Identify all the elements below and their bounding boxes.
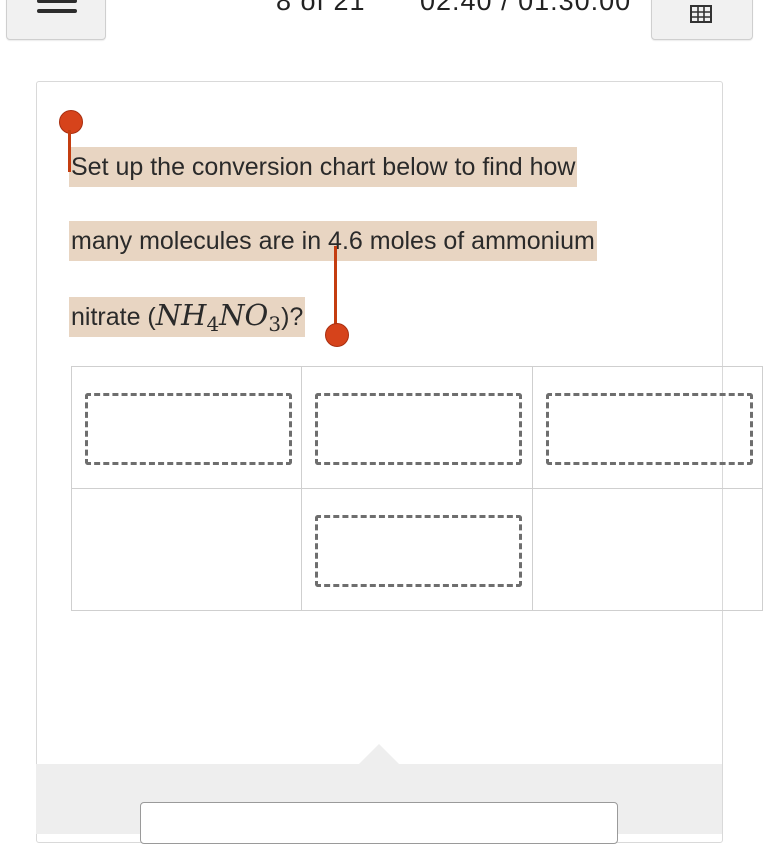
- chart-cell: [70, 366, 303, 489]
- chart-cell: [531, 366, 764, 489]
- menu-button[interactable]: [6, 0, 106, 40]
- question-prompt: Set up the conversion chart below to fin…: [69, 130, 689, 361]
- selection-end-handle[interactable]: [325, 323, 349, 347]
- formula-no: NO: [219, 298, 269, 332]
- conversion-chart: [70, 366, 764, 611]
- drop-zone-numerator-2[interactable]: [315, 393, 523, 465]
- question-progress: 8 of 21: [276, 0, 366, 16]
- formula-subscript-3: 3: [268, 312, 282, 336]
- formula-subscript-4: 4: [206, 312, 220, 336]
- timer: 02:40 / 01:30:00: [420, 0, 632, 16]
- drop-zone-numerator-1[interactable]: [85, 393, 292, 465]
- chemical-formula: NH4NO3: [155, 298, 281, 336]
- drop-zone-denominator-2[interactable]: [315, 515, 523, 587]
- prompt-line-3-prefix: nitrate (: [71, 303, 156, 331]
- table-grid-icon: [690, 5, 712, 23]
- drop-zone-numerator-3[interactable]: [545, 393, 753, 465]
- chart-cell: [301, 366, 533, 489]
- prompt-line-3: nitrate (NH4NO3)?: [69, 297, 306, 337]
- selection-start-caret: [68, 130, 71, 172]
- chart-row-denominator: [70, 488, 764, 611]
- selection-end-caret: [334, 246, 337, 324]
- chart-cell: [531, 488, 764, 611]
- prompt-line-2: many molecules are in 4.6 moles of ammon…: [69, 221, 597, 261]
- tray-pointer: [358, 744, 400, 765]
- chart-cell: [301, 488, 533, 611]
- hamburger-menu-icon: [37, 0, 77, 17]
- prompt-line-3-suffix: )?: [281, 303, 304, 331]
- formula-nh: NH: [155, 298, 207, 332]
- calculator-button[interactable]: [651, 0, 753, 40]
- chart-row-numerator: [70, 366, 764, 489]
- top-bar: 8 of 21 02:40 / 01:30:00: [0, 0, 767, 44]
- answer-input[interactable]: [140, 802, 618, 844]
- chart-cell: [70, 488, 303, 611]
- selection-start-handle[interactable]: [59, 110, 83, 134]
- prompt-line-1: Set up the conversion chart below to fin…: [69, 147, 578, 187]
